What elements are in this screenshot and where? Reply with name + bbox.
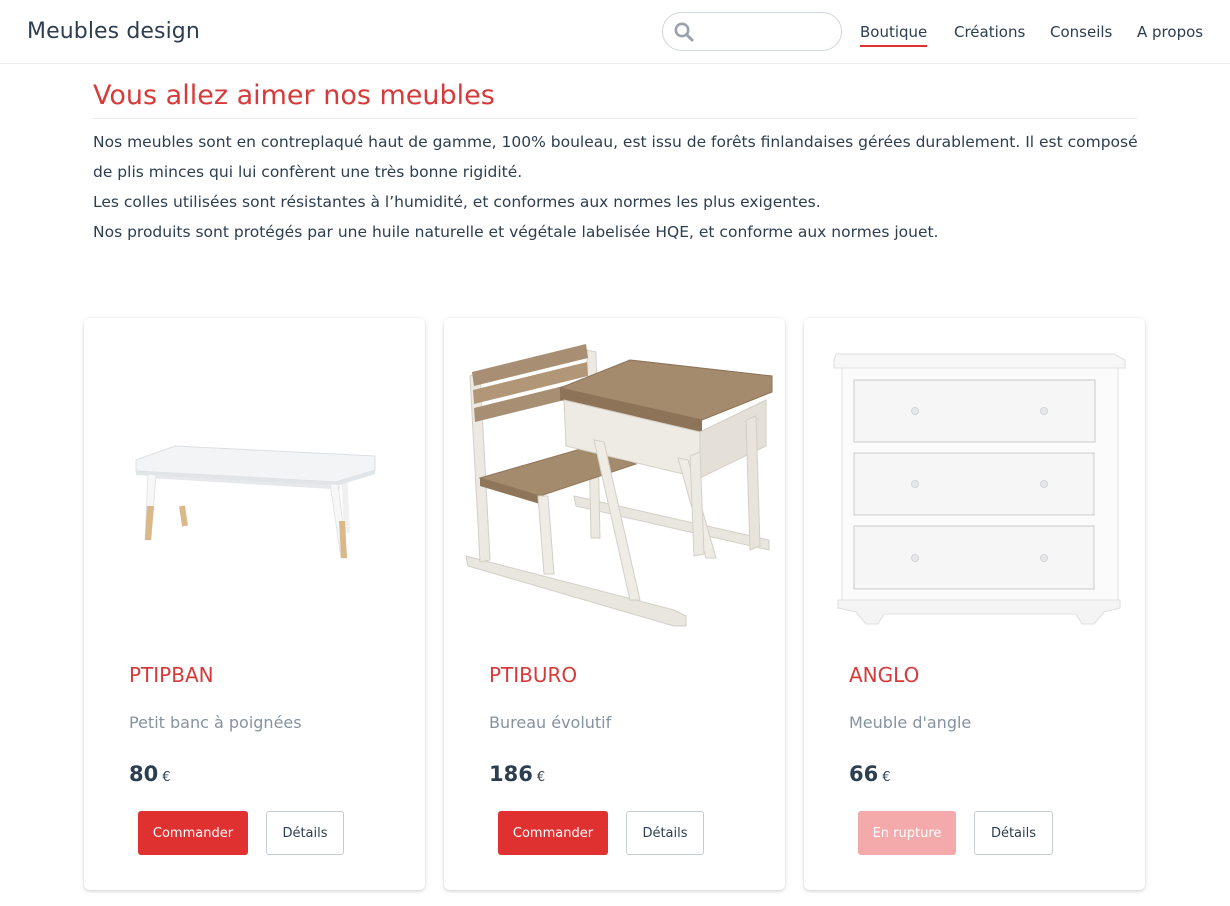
intro-paragraph: Les colles utilisées sont résistantes à … — [93, 193, 821, 211]
nav-link-conseils[interactable]: Conseils — [1050, 23, 1112, 41]
product-price: 186 € — [489, 762, 545, 786]
search-box[interactable] — [662, 12, 842, 51]
search-icon — [674, 22, 694, 42]
product-description: Meuble d'angle — [849, 713, 972, 732]
price-currency: € — [162, 770, 171, 785]
details-button[interactable]: Détails — [626, 811, 704, 855]
price-value: 186 — [489, 762, 533, 786]
desk-image — [465, 344, 773, 627]
top-navbar: Meubles design Boutique Créations Consei… — [0, 0, 1230, 64]
order-button[interactable]: Commander — [498, 811, 608, 855]
order-button[interactable]: Commander — [138, 811, 248, 855]
product-name: PTIPBAN — [129, 663, 214, 687]
product-card-anglo: ANGLO Meuble d'angle 66 € En rupture Déta… — [804, 318, 1145, 890]
details-button[interactable]: Détails — [266, 811, 344, 855]
product-description: Petit banc à poignées — [129, 713, 302, 732]
page-title: Vous allez aimer nos meubles — [93, 80, 495, 111]
product-description: Bureau évolutif — [489, 713, 612, 732]
product-name: PTIBURO — [489, 663, 578, 687]
bench-image — [135, 445, 376, 559]
nav-link-boutique[interactable]: Boutique — [860, 23, 928, 47]
intro-paragraph: Nos meubles sont en contreplaqué haut de… — [93, 133, 1138, 181]
product-card-ptiburo: PTIBURO Bureau évolutif 186 € Commander D… — [444, 318, 785, 890]
dresser-image — [833, 353, 1126, 625]
intro-paragraph: Nos produits sont protégés par une huile… — [93, 223, 939, 241]
price-value: 66 — [849, 762, 879, 786]
price-currency: € — [536, 770, 546, 785]
search-input[interactable] — [699, 19, 835, 45]
out-of-stock-button[interactable]: En rupture — [858, 811, 956, 855]
intro-text: Nos meubles sont en contreplaqué haut de… — [93, 127, 1143, 247]
price-value: 80 — [129, 762, 159, 786]
details-button[interactable]: Détails — [974, 811, 1053, 855]
title-divider — [93, 118, 1137, 119]
product-card-ptipban: PTIPBAN Petit banc à poignées 80 € Comman… — [84, 318, 425, 890]
price-currency: € — [882, 770, 891, 785]
brand-logo[interactable]: Meubles design — [27, 19, 200, 44]
product-name: ANGLO — [849, 663, 920, 687]
product-price: 80 € — [129, 762, 171, 786]
nav-link-creations[interactable]: Créations — [954, 23, 1025, 41]
nav-link-a-propos[interactable]: A propos — [1137, 23, 1203, 41]
product-price: 66 € — [849, 762, 891, 786]
